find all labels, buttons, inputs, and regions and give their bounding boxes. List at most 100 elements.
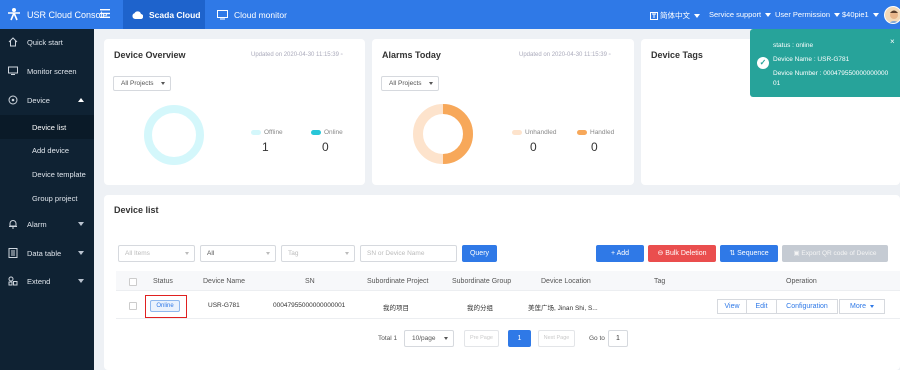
goto-page-input[interactable]: 1 xyxy=(608,330,628,347)
offline-count: 1 xyxy=(262,140,269,154)
row-checkbox[interactable] xyxy=(129,302,137,310)
add-button[interactable]: + Add xyxy=(596,245,644,262)
chevron-down-icon xyxy=(765,13,772,18)
sidebar-item-extend[interactable]: Extend xyxy=(0,269,94,293)
top-navigation-bar: USR Cloud Console Scada Cloud Cloud moni… xyxy=(0,0,900,29)
language-icon xyxy=(650,12,658,21)
pagination-total: Total 1 xyxy=(378,335,398,342)
user-menu[interactable]: $40pie1 xyxy=(842,10,879,19)
sidebar-item-label: Data table xyxy=(27,248,62,258)
device-icon xyxy=(8,95,18,105)
column-header-group: Subordinate Group xyxy=(452,278,512,285)
device-online-notification: ✓ status : online Device Name : USR-G781… xyxy=(750,29,900,97)
sidebar-item-group-project[interactable]: Group project xyxy=(0,186,94,210)
legend-swatch xyxy=(577,130,587,135)
extend-icon xyxy=(8,276,18,286)
card-title: Device list xyxy=(114,205,159,215)
chevron-up-icon xyxy=(78,98,84,102)
select-all-checkbox[interactable] xyxy=(129,278,137,286)
sidebar-item-alarm[interactable]: Alarm xyxy=(0,212,94,236)
chevron-down-icon xyxy=(694,14,700,19)
sidebar-item-label: Monitor screen xyxy=(27,66,77,76)
cell-location: 美莲广场, Jinan Shi, S... xyxy=(528,305,598,312)
cloud-icon xyxy=(132,10,143,19)
sidebar-item-monitor-screen[interactable]: Monitor screen xyxy=(0,59,94,83)
sidebar-item-device-template[interactable]: Device template xyxy=(0,162,94,186)
notification-device-number-cont: 01 xyxy=(773,80,781,87)
sequence-button[interactable]: ⇅ Sequence xyxy=(720,245,778,262)
sidebar-item-data-table[interactable]: Data table xyxy=(0,241,94,265)
column-header-status: Status xyxy=(153,278,173,285)
column-header-device-name: Device Name xyxy=(203,278,246,285)
sidebar-item-device[interactable]: Device xyxy=(0,88,94,112)
legend-handled: Handled xyxy=(577,129,614,136)
column-header-tag: Tag xyxy=(654,278,666,285)
user-permission-menu[interactable]: User Permission xyxy=(775,10,841,19)
bulk-deletion-button[interactable]: ⊖ Bulk Deletion xyxy=(648,245,716,262)
alarm-status-donut xyxy=(413,104,473,164)
export-qr-button[interactable]: ▣ Export QR code of Device xyxy=(782,245,888,262)
sidebar-item-label: Device list xyxy=(32,122,67,132)
tab-cloud-monitor[interactable]: Cloud monitor xyxy=(217,0,287,29)
language-label: 简体中文 xyxy=(660,11,690,20)
status-badge: Online xyxy=(150,300,180,312)
alarms-today-card: Alarms Today Updated on 2020-04-30 11:15… xyxy=(372,39,634,185)
refresh-icon[interactable]: ▫ xyxy=(609,52,611,58)
menu-toggle-icon[interactable] xyxy=(100,9,110,18)
more-button[interactable]: More xyxy=(839,299,885,314)
sidebar-item-quick-start[interactable]: Quick start xyxy=(0,30,94,54)
legend-offline: Offline xyxy=(251,129,283,136)
search-input[interactable]: SN or Device Name xyxy=(360,245,457,262)
legend-swatch xyxy=(251,130,261,135)
handled-count: 0 xyxy=(591,140,598,154)
service-support-label: Service support xyxy=(709,10,762,19)
notification-device-name: Device Name : USR-G781 xyxy=(773,56,850,63)
sidebar-item-device-list[interactable]: Device list xyxy=(0,115,94,139)
chevron-down-icon xyxy=(78,279,84,283)
device-overview-card: Device Overview Updated on 2020-04-30 11… xyxy=(104,39,365,185)
tag-filter-select[interactable]: Tag xyxy=(281,245,355,262)
column-header-location: Device Location xyxy=(541,278,591,285)
username-label: $40pie1 xyxy=(842,10,869,19)
check-icon: ✓ xyxy=(757,57,769,69)
project-select[interactable]: All Projects xyxy=(381,76,439,91)
legend-swatch xyxy=(512,130,522,135)
next-page-button[interactable]: Next Page xyxy=(538,330,575,347)
sidebar-item-add-device[interactable]: Add device xyxy=(0,138,94,162)
goto-label: Go to xyxy=(589,335,605,342)
chevron-down-icon xyxy=(444,337,448,340)
page-1-button[interactable]: 1 xyxy=(508,330,531,347)
prev-page-button[interactable]: Pre Page xyxy=(464,330,499,347)
legend-unhandled: Unhandled xyxy=(512,129,556,136)
view-button[interactable]: View xyxy=(717,299,747,314)
home-icon xyxy=(8,37,18,47)
query-button[interactable]: Query xyxy=(462,245,497,262)
cell-project: 我的项目 xyxy=(383,305,409,312)
avatar-icon xyxy=(889,10,899,23)
sidebar-item-label: Alarm xyxy=(27,219,47,229)
items-filter-select[interactable]: All Items xyxy=(118,245,195,262)
device-status-donut xyxy=(144,105,204,165)
status-filter-select[interactable]: All xyxy=(200,245,276,262)
logo-icon xyxy=(8,8,20,21)
notification-device-number: Device Number : 000479550000000000 xyxy=(773,70,889,77)
project-select[interactable]: All Projects xyxy=(113,76,171,91)
language-select[interactable]: 简体中文 xyxy=(650,10,700,21)
configuration-button[interactable]: Configuration xyxy=(776,299,838,314)
close-icon[interactable]: × xyxy=(890,37,895,46)
page-size-select[interactable]: 10/page xyxy=(404,330,454,347)
card-title: Device Tags xyxy=(651,50,703,60)
service-support-menu[interactable]: Service support xyxy=(709,10,772,19)
cell-device-name: USR-G781 xyxy=(208,302,240,309)
tab-label: Cloud monitor xyxy=(234,9,287,20)
refresh-icon[interactable]: ▫ xyxy=(341,52,343,58)
avatar[interactable] xyxy=(884,6,900,24)
chevron-down-icon xyxy=(869,304,874,308)
column-header-sn: SN xyxy=(305,278,315,285)
edit-button[interactable]: Edit xyxy=(746,299,777,314)
app-title: USR Cloud Console xyxy=(27,10,108,20)
legend-online: Online xyxy=(311,129,343,136)
tab-scada-cloud[interactable]: Scada Cloud xyxy=(123,0,205,29)
user-permission-label: User Permission xyxy=(775,10,831,19)
chevron-down-icon xyxy=(429,82,433,85)
